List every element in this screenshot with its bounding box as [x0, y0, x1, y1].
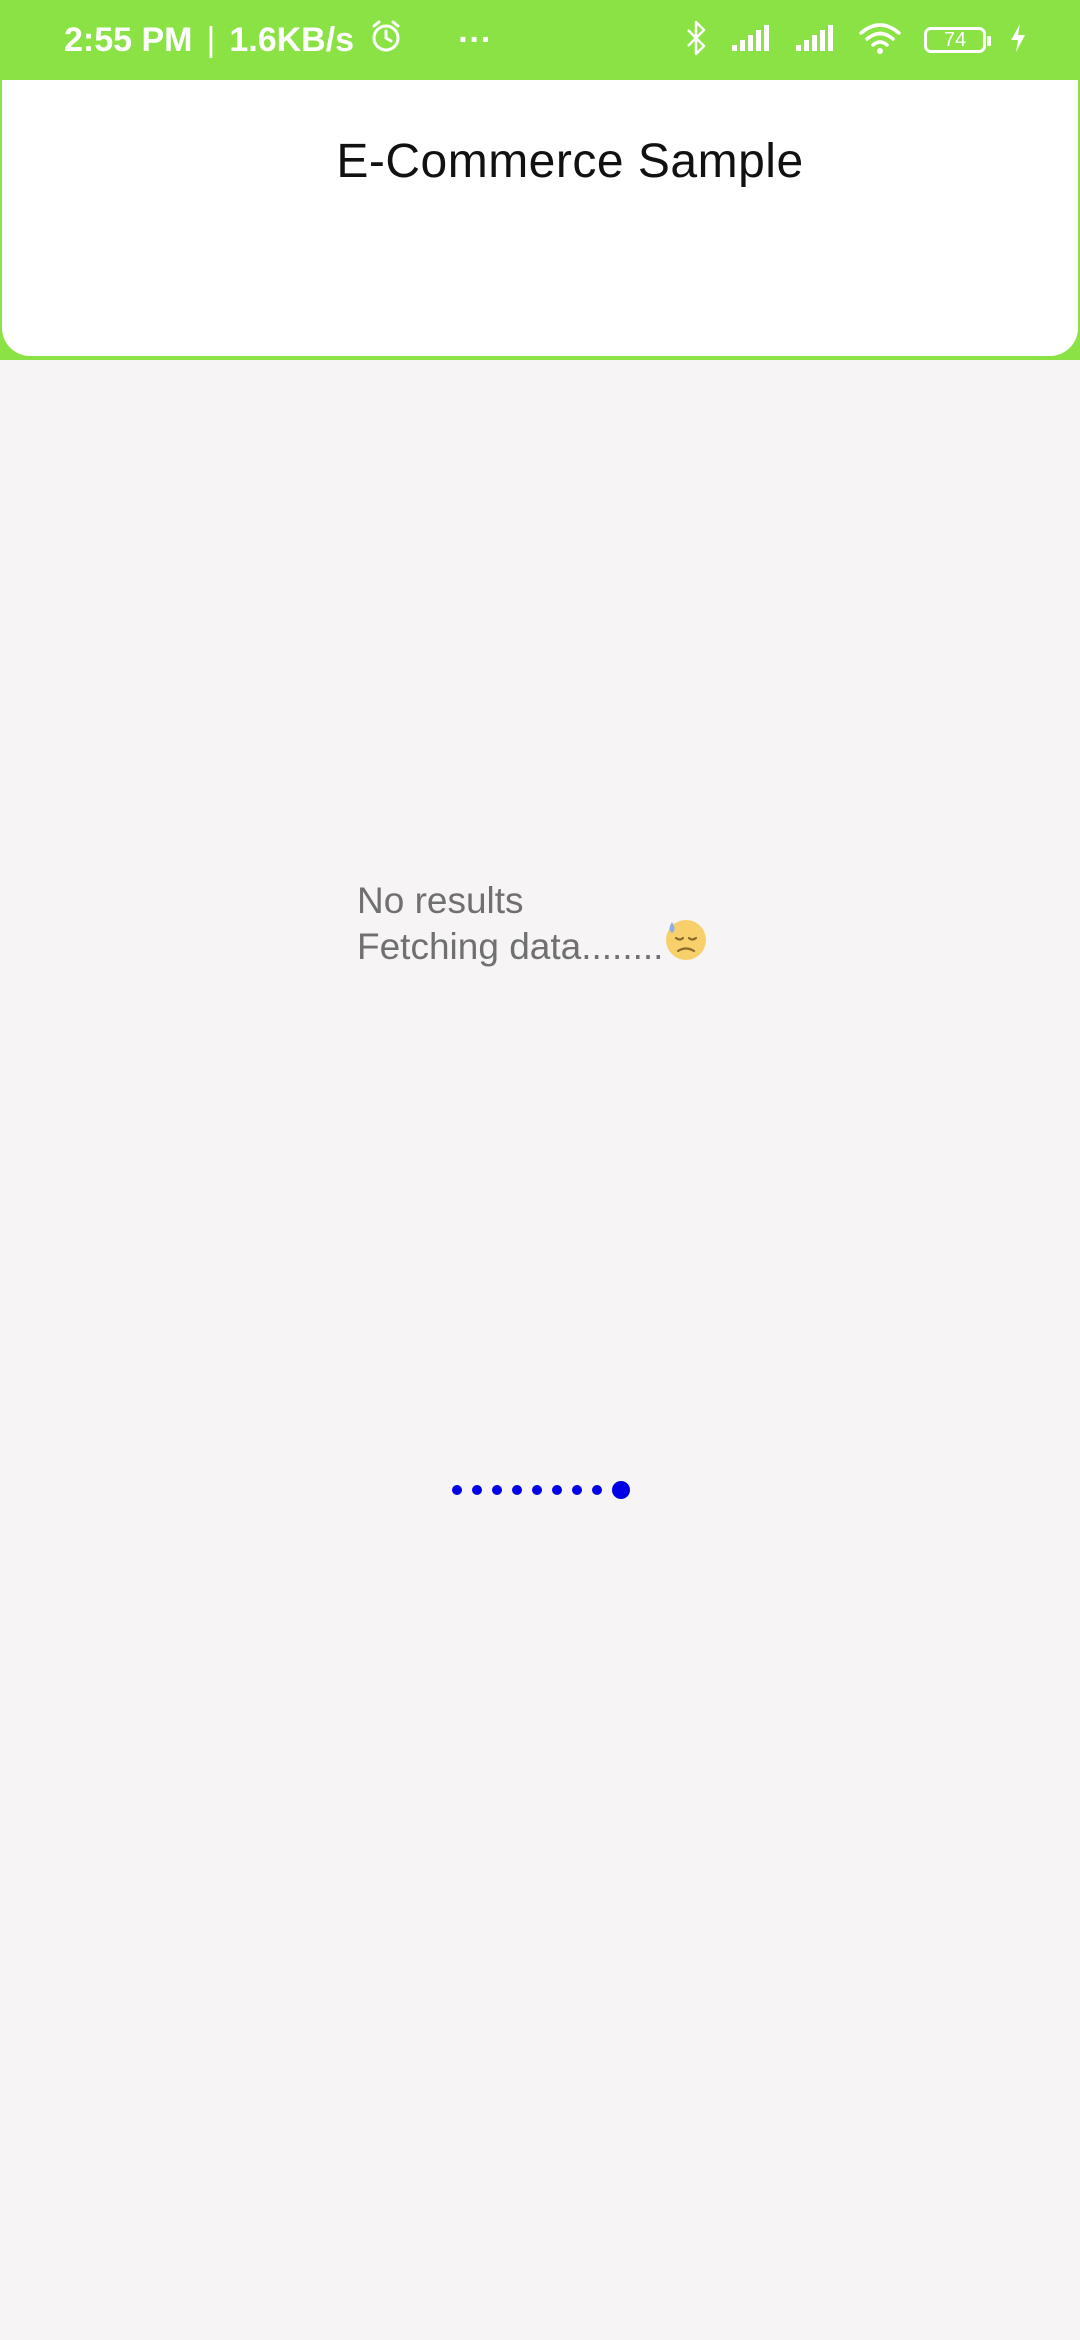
battery-icon: 74 — [924, 27, 991, 53]
loading-indicator — [452, 1478, 630, 1502]
loader-dot-active — [612, 1481, 630, 1499]
signal-icon — [730, 23, 772, 58]
fetching-text: Fetching data........ — [357, 926, 664, 967]
status-right: 74 — [684, 0, 1028, 80]
loader-dot — [492, 1485, 502, 1495]
battery-level: 74 — [943, 28, 967, 51]
app-header: E-Commerce Sample — [0, 80, 1080, 360]
status-separator: | — [206, 20, 216, 59]
wifi-icon — [858, 21, 902, 60]
status-left: 2:55 PM | 1.6KB/s ··· — [64, 0, 492, 80]
bluetooth-icon — [684, 20, 708, 61]
loader-dot — [472, 1485, 482, 1495]
loader-dot — [452, 1485, 462, 1495]
empty-state: No results Fetching data........ — [357, 878, 709, 973]
overflow-dots-icon: ··· — [458, 20, 493, 59]
loader-dot — [552, 1485, 562, 1495]
status-bar: 2:55 PM | 1.6KB/s ··· 74 — [0, 0, 1080, 80]
signal-icon — [794, 23, 836, 58]
sad-face-emoji-icon — [663, 916, 709, 973]
loader-dot — [512, 1485, 522, 1495]
loader-dot — [572, 1485, 582, 1495]
alarm-icon — [368, 18, 404, 63]
loader-dot — [532, 1485, 542, 1495]
charging-icon — [1008, 22, 1028, 59]
fetching-line: Fetching data........ — [357, 919, 709, 973]
app-title: E-Commerce Sample — [336, 135, 804, 188]
loader-dot — [592, 1485, 602, 1495]
header-card: E-Commerce Sample — [2, 80, 1078, 356]
network-speed: 1.6KB/s — [229, 20, 355, 59]
status-time: 2:55 PM — [64, 20, 193, 59]
no-results-text: No results — [357, 880, 524, 921]
